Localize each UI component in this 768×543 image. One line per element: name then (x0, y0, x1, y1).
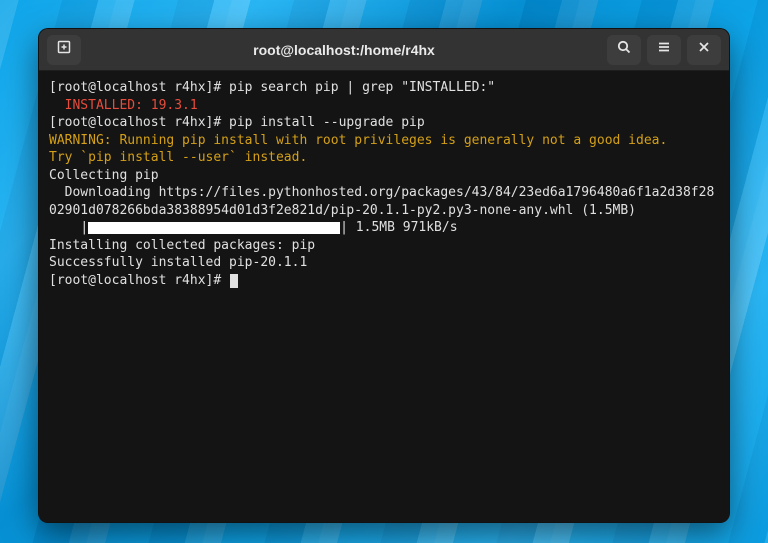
installed-label: INSTALLED: (49, 98, 151, 113)
prompt: [root@localhost r4hx]# (49, 273, 229, 288)
prompt: [root@localhost r4hx]# (49, 115, 229, 130)
window-title: root@localhost:/home/r4hx (89, 42, 599, 58)
close-button[interactable] (687, 35, 721, 65)
warning-line: Try `pip install --user` instead. (49, 150, 307, 165)
search-button[interactable] (607, 35, 641, 65)
progress-suffix: | 1.5MB 971kB/s (340, 220, 457, 235)
progress-bar (88, 222, 340, 234)
progress-prefix: | (49, 220, 88, 235)
warning-line: WARNING: Running pip install with root p… (49, 133, 667, 148)
output-line: Collecting pip (49, 168, 159, 183)
titlebar: root@localhost:/home/r4hx (39, 29, 729, 71)
new-tab-button[interactable] (47, 35, 81, 65)
terminal-window: root@localhost:/home/r4hx (38, 28, 730, 523)
cursor (230, 274, 238, 288)
search-icon (616, 39, 632, 60)
command-text: pip install --upgrade pip (229, 115, 425, 130)
new-tab-icon (56, 39, 72, 60)
prompt: [root@localhost r4hx]# (49, 80, 229, 95)
close-icon (696, 39, 712, 60)
output-line: Downloading https://files.pythonhosted.o… (49, 185, 714, 218)
terminal-output[interactable]: [root@localhost r4hx]# pip search pip | … (39, 71, 729, 522)
menu-button[interactable] (647, 35, 681, 65)
command-text: pip search pip | grep "INSTALLED:" (229, 80, 495, 95)
installed-version: 19.3.1 (151, 98, 198, 113)
hamburger-icon (656, 39, 672, 60)
output-line: Installing collected packages: pip (49, 238, 315, 253)
titlebar-right-group (607, 35, 721, 65)
output-line: Successfully installed pip-20.1.1 (49, 255, 307, 270)
